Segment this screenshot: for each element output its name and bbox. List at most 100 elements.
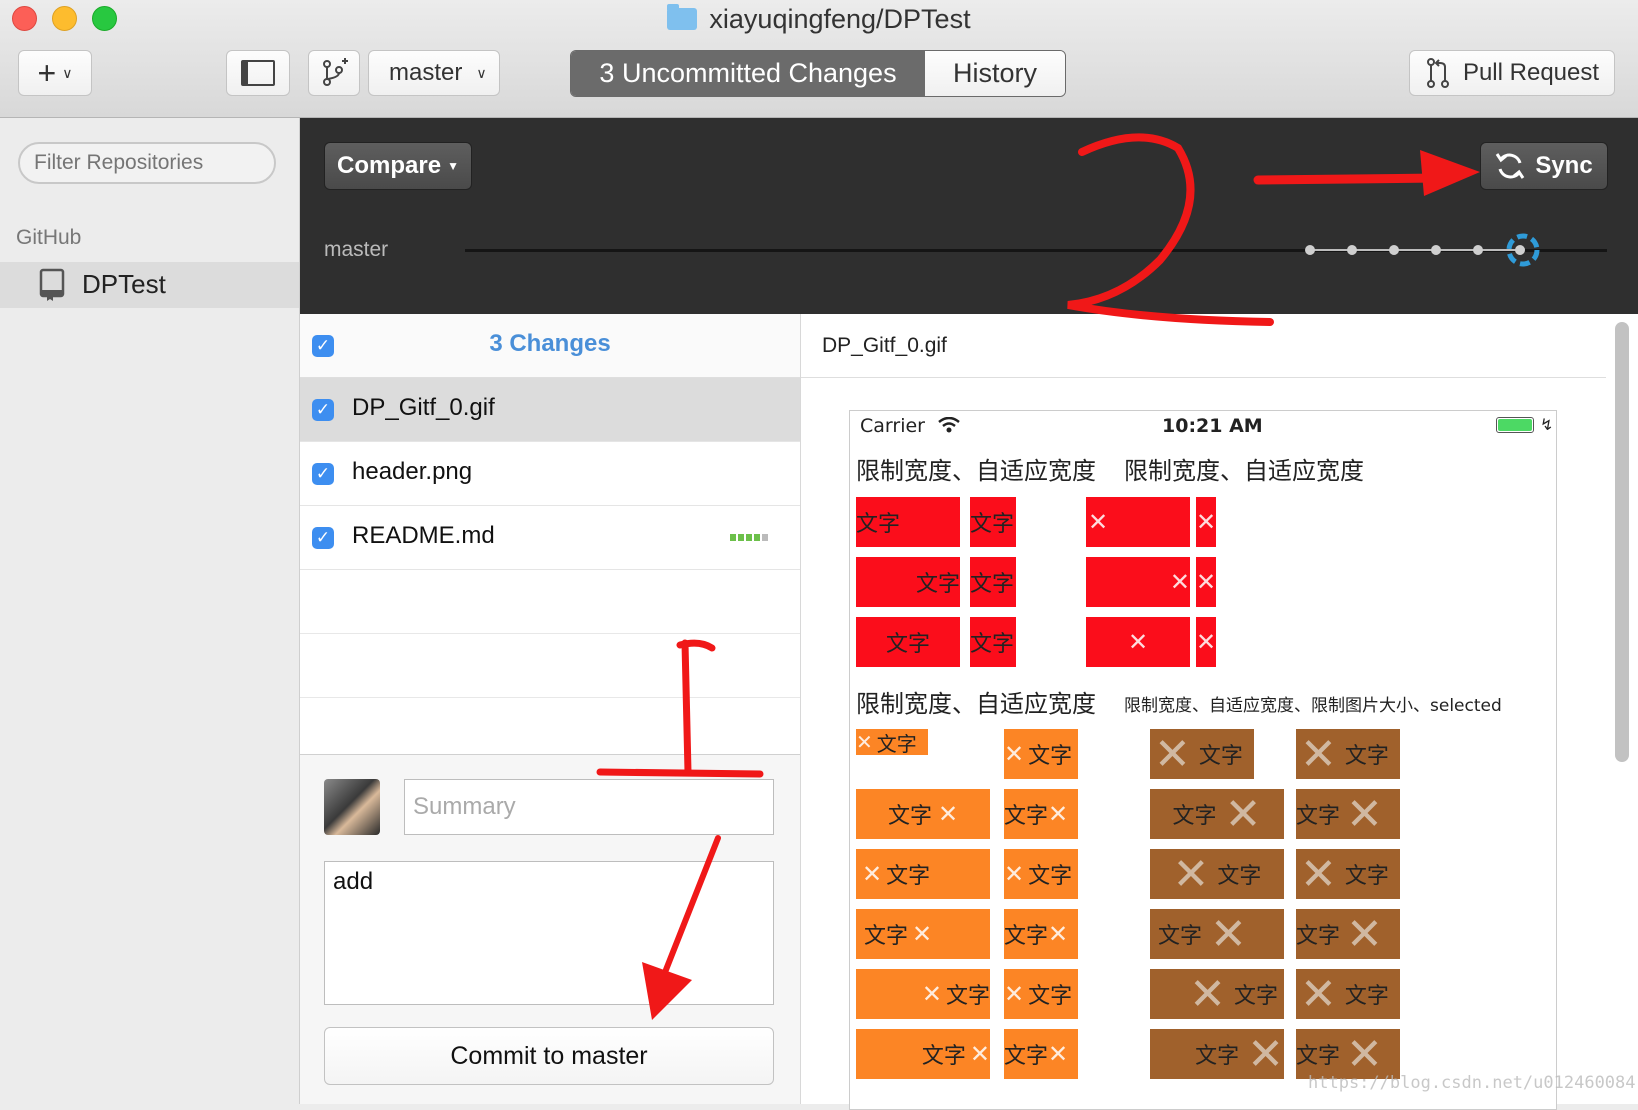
diff-stat-bar (730, 534, 768, 541)
preview-tag: ✕ (1086, 557, 1190, 607)
file-row[interactable]: ✓ DP_Gitf_0.gif (300, 378, 800, 442)
close-icon: ✕ (1004, 980, 1025, 1008)
pull-request-button[interactable]: Pull Request (1409, 50, 1615, 96)
window-title: xiayuqingfeng/DPTest (709, 4, 971, 34)
repo-name: DPTest (82, 269, 166, 299)
file-name: DP_Gitf_0.gif (352, 394, 495, 421)
tab-history[interactable]: History (925, 51, 1065, 96)
preview-heading: 限制宽度、自适应宽度、限制图片大小、selected (1124, 696, 1502, 716)
file-checkbox[interactable]: ✓ (312, 399, 334, 421)
empty-list-row (300, 634, 800, 698)
summary-input[interactable] (404, 779, 774, 835)
close-icon: ✕ (1210, 909, 1247, 959)
tag-text: 文字 (921, 1044, 966, 1069)
filter-repositories-input[interactable] (18, 142, 276, 184)
timeline-commit-dot[interactable] (1473, 245, 1483, 255)
plus-icon: + (37, 55, 57, 91)
preview-tag: ✕ (1196, 617, 1216, 667)
close-icon: ✕ (937, 800, 959, 828)
preview-tag: ✕ 文字 (856, 849, 990, 899)
close-icon: ✕ (1004, 860, 1025, 888)
preview-heading: 限制宽度、自适应宽度 (856, 690, 1096, 718)
avatar (324, 779, 380, 835)
tag-text: 文字 (1004, 804, 1049, 829)
file-checkbox[interactable]: ✓ (312, 527, 334, 549)
branch-header: Compare ▼ Sync master (300, 118, 1638, 314)
preview-tag: ✕ 文字 (856, 729, 928, 755)
timeline-commit-dot[interactable] (1431, 245, 1441, 255)
preview-tag: 文字 ✕ (1004, 1029, 1078, 1079)
tag-text: 文字 (1004, 1044, 1049, 1069)
preview-tag: 文字 (856, 497, 960, 547)
timeline-commit-dot[interactable] (1347, 245, 1357, 255)
timeline-commit-dot[interactable] (1305, 245, 1315, 255)
tag-text: 文字 (1172, 804, 1217, 829)
close-icon: ✕ (1300, 969, 1337, 1019)
charging-icon: ↯ (1540, 417, 1554, 434)
tag-text: 文字 (1296, 804, 1341, 829)
branch-select-label: master (389, 59, 463, 86)
sidebar-icon (241, 60, 275, 86)
preview-tag: 文字 (970, 497, 1016, 547)
tag-text: 文字 (1344, 744, 1389, 769)
create-branch-button[interactable] (308, 50, 360, 96)
preview-tag: 文字 ✕ (856, 789, 990, 839)
preview-time: 10:21 AM (1162, 415, 1263, 437)
folder-icon (667, 4, 698, 30)
close-icon: ✕ (1189, 969, 1226, 1019)
commit-button[interactable]: Commit to master (324, 1027, 774, 1085)
preview-tag: ✕ (1196, 557, 1216, 607)
preview-tag: 文字 ✕ (1296, 789, 1400, 839)
branch-select[interactable]: master ∨ (368, 50, 500, 96)
close-icon: ✕ (1196, 568, 1216, 596)
file-row[interactable]: ✓ README.md (300, 506, 800, 570)
diff-panel: DP_Gitf_0.gif Carrier 10:21 AM ↯ 限制宽度、自适… (801, 314, 1638, 1110)
preview-tag: 文字 (856, 557, 960, 607)
repo-icon (39, 268, 65, 301)
chevron-down-icon: ∨ (62, 64, 73, 81)
tag-text: 文字 (864, 924, 909, 949)
tab-uncommitted-changes[interactable]: 3 Uncommitted Changes (571, 51, 925, 96)
preview-tag: 文字 (970, 617, 1016, 667)
tag-text: 文字 (1198, 744, 1243, 769)
tag-text: 文字 (915, 572, 960, 597)
preview-tag: ✕ 文字 (1004, 849, 1078, 899)
close-icon: ✕ (1048, 800, 1069, 828)
add-button[interactable]: + ∨ (18, 50, 92, 96)
close-icon: ✕ (1088, 508, 1109, 536)
pull-request-label: Pull Request (1462, 59, 1600, 86)
preview-tag: ✕ (1196, 497, 1216, 547)
sidebar-item-dptest[interactable]: DPTest (0, 262, 299, 308)
tag-text: 文字 (1028, 744, 1073, 769)
close-icon: ✕ (1172, 849, 1210, 899)
timeline-commit-dot[interactable] (1515, 245, 1525, 255)
preview-tag: 文字 ✕ (856, 909, 990, 959)
watermark: https://blog.csdn.net/u012460084 (1308, 1073, 1636, 1093)
scrollbar-thumb[interactable] (1615, 322, 1629, 762)
preview-tag: 文字 ✕ (1296, 1029, 1400, 1079)
chevron-down-icon: ∨ (476, 64, 487, 81)
preview-tag: ✕ 文字 (1296, 729, 1400, 779)
view-mode-switch: 3 Uncommitted Changes History (570, 50, 1066, 97)
close-icon: ✕ (1300, 849, 1337, 899)
timeline-commits (1305, 233, 1540, 267)
tag-text: 文字 (887, 804, 932, 829)
tag-text: 文字 (1004, 924, 1049, 949)
diff-file-name: DP_Gitf_0.gif (822, 334, 947, 357)
empty-list-row (300, 698, 800, 762)
file-checkbox[interactable]: ✓ (312, 463, 334, 485)
tag-text: 文字 (856, 512, 901, 537)
preview-tag: ✕ 文字 (1004, 729, 1078, 779)
tag-text: 文字 (970, 572, 1015, 597)
tag-text: 文字 (970, 512, 1015, 537)
toggle-sidebar-button[interactable] (226, 50, 290, 96)
preview-tag: ✕ 文字 (856, 969, 990, 1019)
preview-tag: 文字 ✕ (1150, 909, 1284, 959)
close-icon: ✕ (1004, 740, 1025, 768)
description-textarea[interactable]: add (324, 861, 774, 1005)
tag-text: 文字 (1344, 984, 1389, 1009)
preview-tag: ✕ 文字 (1150, 969, 1284, 1019)
file-row[interactable]: ✓ header.png (300, 442, 800, 506)
tag-text: 文字 (1217, 864, 1262, 889)
timeline-commit-dot[interactable] (1389, 245, 1399, 255)
